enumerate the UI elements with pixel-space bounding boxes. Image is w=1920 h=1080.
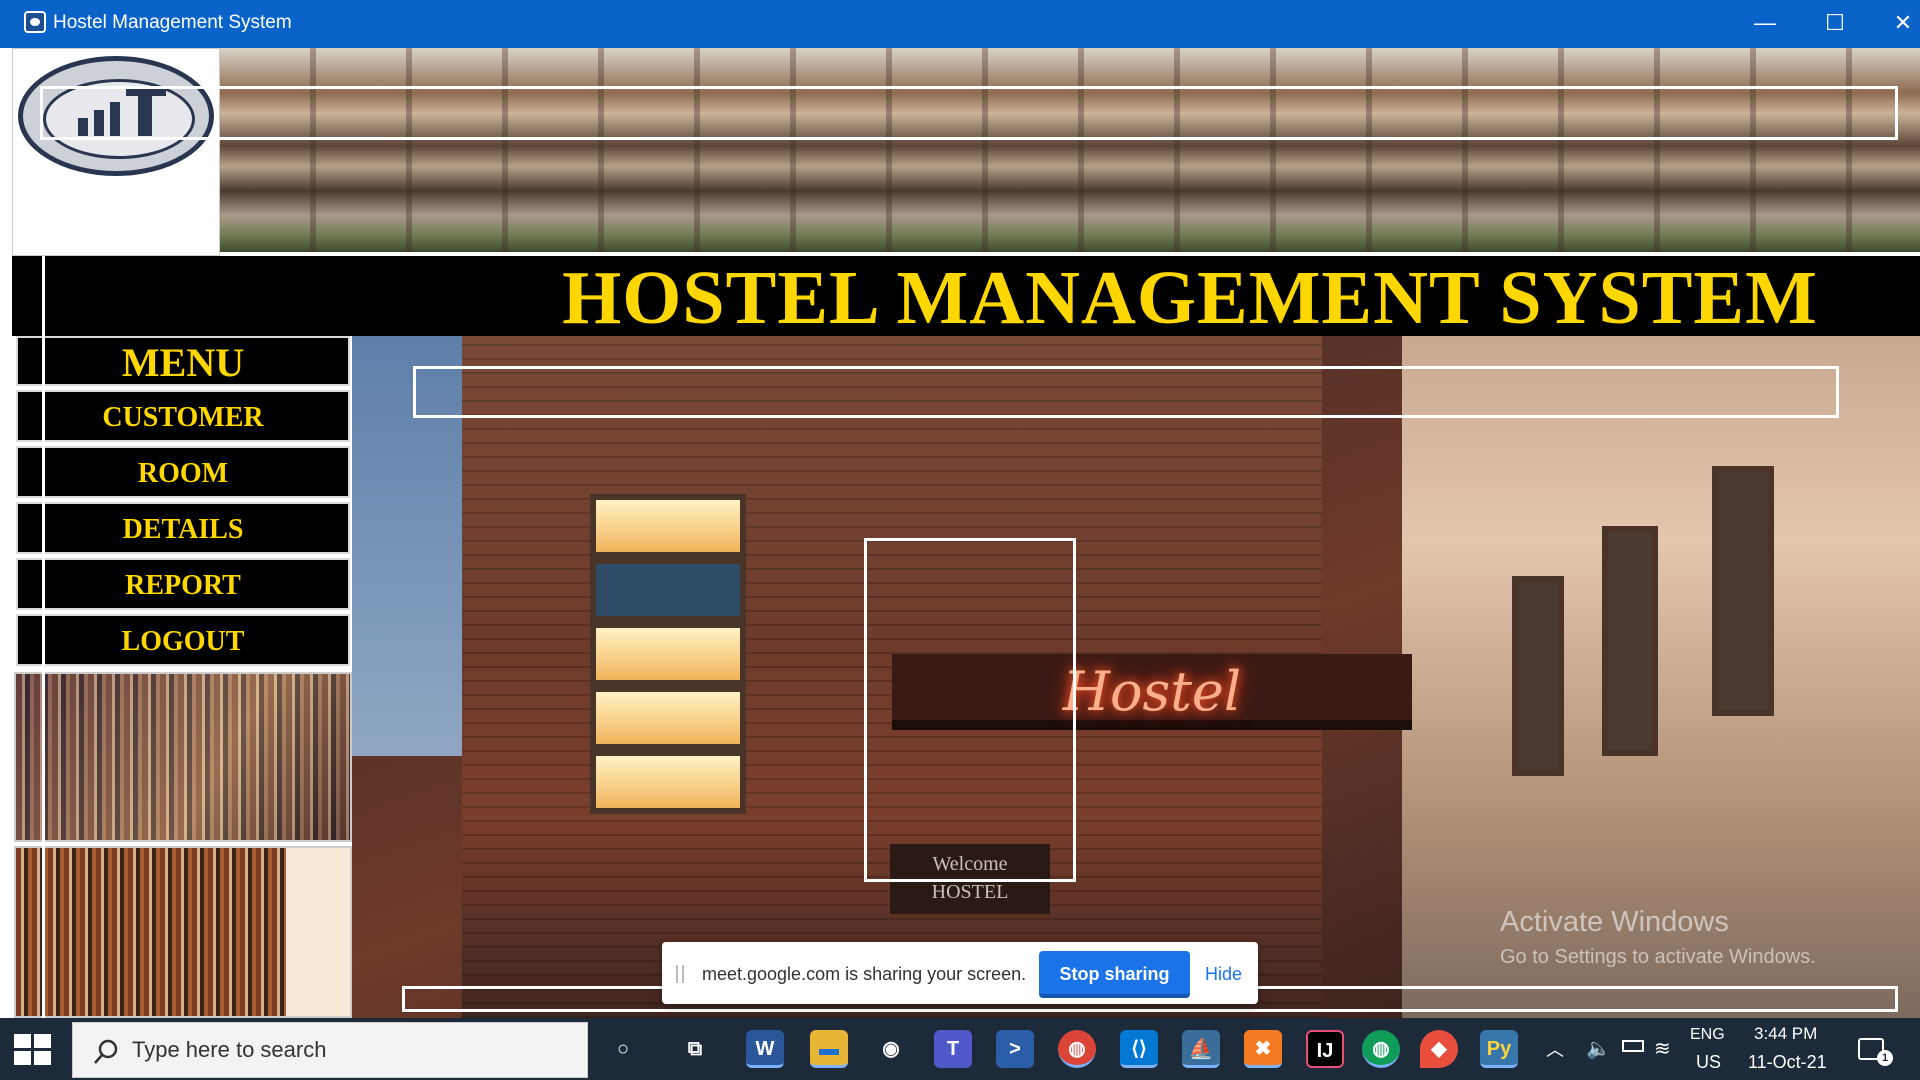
- close-button[interactable]: ✕: [1868, 0, 1920, 48]
- task-view-icon[interactable]: ⧉: [676, 1030, 714, 1068]
- language-indicator[interactable]: ENG: [1690, 1026, 1725, 1044]
- windows-start-icon[interactable]: [14, 1034, 54, 1066]
- photo-outline-center: [864, 538, 1076, 882]
- page-title: HOSTEL MANAGEMENT SYSTEM: [562, 256, 1818, 340]
- lit-window: [590, 686, 746, 750]
- clock-date[interactable]: 11-Oct-21: [1748, 1052, 1827, 1073]
- building-window: [1602, 526, 1658, 756]
- volume-icon[interactable]: 🔈: [1586, 1036, 1611, 1061]
- banner-outline: [40, 86, 1898, 140]
- lit-window: [590, 622, 746, 686]
- minimize-button[interactable]: —: [1730, 0, 1800, 48]
- teams-icon[interactable]: T: [934, 1030, 972, 1068]
- wifi-icon[interactable]: ≋: [1654, 1036, 1671, 1061]
- menu-title: MENU: [16, 336, 350, 386]
- menu-item-details[interactable]: DETAILS: [16, 502, 350, 554]
- stop-sharing-button[interactable]: Stop sharing: [1039, 951, 1190, 998]
- welcome-sign-subtext: HOSTEL: [931, 881, 1009, 903]
- lit-window: [590, 494, 746, 558]
- divider-line: [42, 256, 45, 1036]
- activate-windows-subtitle: Go to Settings to activate Windows.: [1500, 946, 1816, 968]
- intellij-icon[interactable]: IJ: [1306, 1030, 1344, 1068]
- building-banner-image: [220, 48, 1920, 252]
- library-image: [14, 672, 352, 842]
- maximize-button[interactable]: ☐: [1800, 0, 1870, 48]
- python-icon[interactable]: Py: [1480, 1030, 1518, 1068]
- search-icon: [94, 1039, 118, 1064]
- vscode-icon[interactable]: ⟨⟩: [1120, 1030, 1158, 1068]
- window-title: Hostel Management System: [53, 12, 292, 33]
- powershell-icon[interactable]: >: [996, 1030, 1034, 1068]
- activate-windows-title: Activate Windows: [1500, 906, 1729, 938]
- photo-outline-top: [413, 366, 1839, 418]
- media-icon[interactable]: ◉: [872, 1030, 910, 1068]
- search-placeholder: Type here to search: [132, 1037, 327, 1062]
- drag-handle-icon[interactable]: [676, 965, 684, 983]
- cortana-icon[interactable]: ○: [604, 1030, 642, 1068]
- tray-chevron-up-icon[interactable]: ︿: [1546, 1036, 1564, 1062]
- mysql-icon[interactable]: ⛵: [1182, 1030, 1220, 1068]
- clock-time[interactable]: 3:44 PM: [1754, 1024, 1817, 1044]
- building-window: [1512, 576, 1564, 776]
- file-explorer-icon[interactable]: ▬: [810, 1030, 848, 1068]
- notification-badge: 1: [1877, 1050, 1893, 1066]
- building-window: [1712, 466, 1774, 716]
- menu-item-report[interactable]: REPORT: [16, 558, 350, 610]
- menu-item-room[interactable]: ROOM: [16, 446, 350, 498]
- battery-icon[interactable]: [1622, 1040, 1644, 1052]
- dark-window: [590, 558, 746, 622]
- hide-button[interactable]: Hide: [1205, 964, 1242, 985]
- app-icon: [24, 11, 46, 33]
- chrome-icon-2[interactable]: ◍: [1362, 1030, 1400, 1068]
- xampp-icon[interactable]: ✖: [1244, 1030, 1282, 1068]
- word-icon[interactable]: W: [746, 1030, 784, 1068]
- bookshelf-image: [14, 846, 352, 1018]
- menu-item-customer[interactable]: CUSTOMER: [16, 390, 350, 442]
- maps-icon[interactable]: ◆: [1420, 1030, 1458, 1068]
- sharing-message: meet.google.com is sharing your screen.: [702, 964, 1027, 984]
- chrome-icon[interactable]: ◍: [1058, 1030, 1096, 1068]
- lit-window: [590, 750, 746, 814]
- menu-item-logout[interactable]: LOGOUT: [16, 614, 350, 666]
- language-region[interactable]: US: [1696, 1052, 1721, 1073]
